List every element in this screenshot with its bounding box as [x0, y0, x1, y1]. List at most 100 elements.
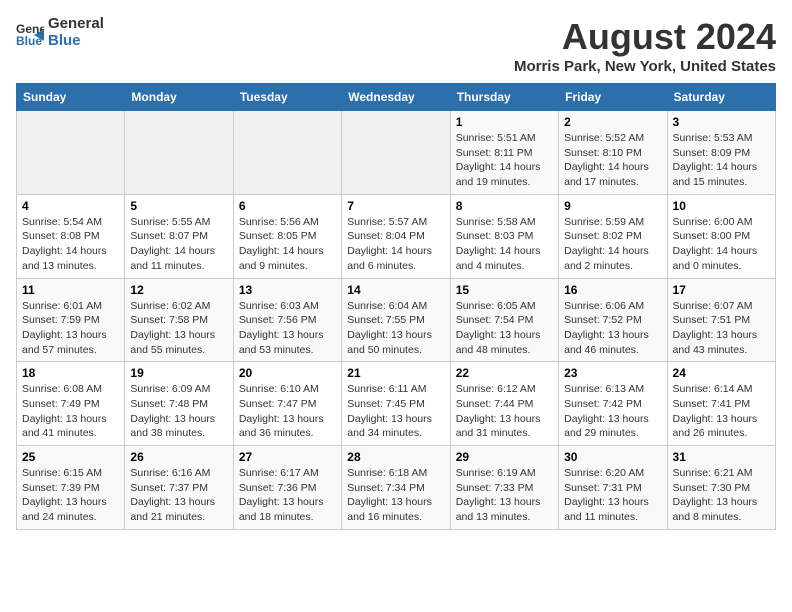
day-info: Sunrise: 6:09 AM Sunset: 7:48 PM Dayligh… — [130, 382, 227, 441]
calendar-cell: 13 Sunrise: 6:03 AM Sunset: 7:56 PM Dayli… — [233, 278, 341, 362]
calendar-table: SundayMondayTuesdayWednesdayThursdayFrid… — [16, 83, 776, 530]
day-number: 30 — [564, 450, 661, 464]
day-info: Sunrise: 6:13 AM Sunset: 7:42 PM Dayligh… — [564, 382, 661, 441]
calendar-cell: 9Sunrise: 5:59 AM Sunset: 8:02 PM Daylig… — [559, 194, 667, 278]
calendar-cell: 22 Sunrise: 6:12 AM Sunset: 7:44 PM Dayli… — [450, 362, 558, 446]
day-number: 17 — [673, 283, 770, 297]
day-number: 23 — [564, 366, 661, 380]
day-info: Sunrise: 5:53 AM Sunset: 8:09 PM Dayligh… — [673, 131, 770, 190]
title-block: August 2024 Morris Park, New York, Unite… — [514, 16, 776, 75]
week-row-4: 18 Sunrise: 6:08 AM Sunset: 7:49 PM Dayli… — [17, 362, 776, 446]
day-number: 8 — [456, 199, 553, 213]
calendar-cell: 16Sunrise: 6:06 AM Sunset: 7:52 PM Dayli… — [559, 278, 667, 362]
day-info: Sunrise: 6:04 AM Sunset: 7:55 PM Dayligh… — [347, 299, 444, 358]
day-number: 10 — [673, 199, 770, 213]
week-row-1: 1Sunrise: 5:51 AM Sunset: 8:11 PM Daylig… — [17, 111, 776, 195]
day-info: Sunrise: 6:18 AM Sunset: 7:34 PM Dayligh… — [347, 466, 444, 525]
calendar-cell: 12Sunrise: 6:02 AM Sunset: 7:58 PM Dayli… — [125, 278, 233, 362]
day-info: Sunrise: 6:08 AM Sunset: 7:49 PM Dayligh… — [22, 382, 119, 441]
day-number: 25 — [22, 450, 119, 464]
calendar-cell: 15 Sunrise: 6:05 AM Sunset: 7:54 PM Dayli… — [450, 278, 558, 362]
day-info: Sunrise: 6:03 AM Sunset: 7:56 PM Dayligh… — [239, 299, 336, 358]
calendar-cell: 25 Sunrise: 6:15 AM Sunset: 7:39 PM Dayli… — [17, 446, 125, 530]
calendar-cell — [233, 111, 341, 195]
calendar-cell: 10Sunrise: 6:00 AM Sunset: 8:00 PM Dayli… — [667, 194, 775, 278]
day-number: 12 — [130, 283, 227, 297]
day-number: 14 — [347, 283, 444, 297]
day-number: 27 — [239, 450, 336, 464]
calendar-cell: 1Sunrise: 5:51 AM Sunset: 8:11 PM Daylig… — [450, 111, 558, 195]
week-row-5: 25 Sunrise: 6:15 AM Sunset: 7:39 PM Dayli… — [17, 446, 776, 530]
calendar-cell: 11 Sunrise: 6:01 AM Sunset: 7:59 PM Dayli… — [17, 278, 125, 362]
location: Morris Park, New York, United States — [514, 58, 776, 75]
day-info: Sunrise: 6:11 AM Sunset: 7:45 PM Dayligh… — [347, 382, 444, 441]
calendar-cell: 23 Sunrise: 6:13 AM Sunset: 7:42 PM Dayli… — [559, 362, 667, 446]
calendar-cell: 24 Sunrise: 6:14 AM Sunset: 7:41 PM Dayli… — [667, 362, 775, 446]
day-header-tuesday: Tuesday — [233, 84, 341, 111]
day-info: Sunrise: 5:51 AM Sunset: 8:11 PM Dayligh… — [456, 131, 553, 190]
calendar-cell: 20 Sunrise: 6:10 AM Sunset: 7:47 PM Dayli… — [233, 362, 341, 446]
day-number: 16 — [564, 283, 661, 297]
calendar-cell: 14 Sunrise: 6:04 AM Sunset: 7:55 PM Dayli… — [342, 278, 450, 362]
day-number: 22 — [456, 366, 553, 380]
calendar-cell: 18 Sunrise: 6:08 AM Sunset: 7:49 PM Dayli… — [17, 362, 125, 446]
week-row-2: 4Sunrise: 5:54 AM Sunset: 8:08 PM Daylig… — [17, 194, 776, 278]
day-number: 13 — [239, 283, 336, 297]
day-info: Sunrise: 6:12 AM Sunset: 7:44 PM Dayligh… — [456, 382, 553, 441]
day-header-monday: Monday — [125, 84, 233, 111]
day-number: 26 — [130, 450, 227, 464]
calendar-cell: 28Sunrise: 6:18 AM Sunset: 7:34 PM Dayli… — [342, 446, 450, 530]
day-number: 2 — [564, 115, 661, 129]
day-header-friday: Friday — [559, 84, 667, 111]
day-info: Sunrise: 6:16 AM Sunset: 7:37 PM Dayligh… — [130, 466, 227, 525]
calendar-cell: 26 Sunrise: 6:16 AM Sunset: 7:37 PM Dayli… — [125, 446, 233, 530]
day-info: Sunrise: 6:05 AM Sunset: 7:54 PM Dayligh… — [456, 299, 553, 358]
day-info: Sunrise: 6:15 AM Sunset: 7:39 PM Dayligh… — [22, 466, 119, 525]
day-number: 19 — [130, 366, 227, 380]
day-number: 29 — [456, 450, 553, 464]
logo-icon: General Blue — [16, 19, 44, 47]
day-header-saturday: Saturday — [667, 84, 775, 111]
calendar-cell — [125, 111, 233, 195]
days-header-row: SundayMondayTuesdayWednesdayThursdayFrid… — [17, 84, 776, 111]
calendar-cell: 2 Sunrise: 5:52 AM Sunset: 8:10 PM Daylig… — [559, 111, 667, 195]
logo: General Blue General Blue — [16, 16, 104, 49]
day-info: Sunrise: 5:59 AM Sunset: 8:02 PM Dayligh… — [564, 215, 661, 274]
day-info: Sunrise: 6:17 AM Sunset: 7:36 PM Dayligh… — [239, 466, 336, 525]
day-info: Sunrise: 5:58 AM Sunset: 8:03 PM Dayligh… — [456, 215, 553, 274]
day-number: 15 — [456, 283, 553, 297]
calendar-cell: 27 Sunrise: 6:17 AM Sunset: 7:36 PM Dayli… — [233, 446, 341, 530]
day-info: Sunrise: 6:20 AM Sunset: 7:31 PM Dayligh… — [564, 466, 661, 525]
calendar-cell: 21 Sunrise: 6:11 AM Sunset: 7:45 PM Dayli… — [342, 362, 450, 446]
day-number: 18 — [22, 366, 119, 380]
day-number: 24 — [673, 366, 770, 380]
day-info: Sunrise: 5:57 AM Sunset: 8:04 PM Dayligh… — [347, 215, 444, 274]
day-number: 31 — [673, 450, 770, 464]
calendar-cell: 29Sunrise: 6:19 AM Sunset: 7:33 PM Dayli… — [450, 446, 558, 530]
day-header-sunday: Sunday — [17, 84, 125, 111]
day-number: 20 — [239, 366, 336, 380]
day-info: Sunrise: 6:07 AM Sunset: 7:51 PM Dayligh… — [673, 299, 770, 358]
calendar-cell: 4Sunrise: 5:54 AM Sunset: 8:08 PM Daylig… — [17, 194, 125, 278]
day-number: 3 — [673, 115, 770, 129]
day-info: Sunrise: 6:01 AM Sunset: 7:59 PM Dayligh… — [22, 299, 119, 358]
day-info: Sunrise: 5:52 AM Sunset: 8:10 PM Dayligh… — [564, 131, 661, 190]
calendar-cell: 8 Sunrise: 5:58 AM Sunset: 8:03 PM Daylig… — [450, 194, 558, 278]
calendar-cell — [342, 111, 450, 195]
day-number: 11 — [22, 283, 119, 297]
calendar-cell: 3 Sunrise: 5:53 AM Sunset: 8:09 PM Daylig… — [667, 111, 775, 195]
day-info: Sunrise: 6:10 AM Sunset: 7:47 PM Dayligh… — [239, 382, 336, 441]
day-info: Sunrise: 6:14 AM Sunset: 7:41 PM Dayligh… — [673, 382, 770, 441]
calendar-cell: 17 Sunrise: 6:07 AM Sunset: 7:51 PM Dayli… — [667, 278, 775, 362]
week-row-3: 11 Sunrise: 6:01 AM Sunset: 7:59 PM Dayli… — [17, 278, 776, 362]
calendar-cell — [17, 111, 125, 195]
logo-line1: General — [48, 16, 104, 33]
logo-line2: Blue — [48, 33, 104, 50]
calendar-cell: 19 Sunrise: 6:09 AM Sunset: 7:48 PM Dayli… — [125, 362, 233, 446]
day-info: Sunrise: 5:56 AM Sunset: 8:05 PM Dayligh… — [239, 215, 336, 274]
calendar-cell: 7 Sunrise: 5:57 AM Sunset: 8:04 PM Daylig… — [342, 194, 450, 278]
month-year: August 2024 — [514, 16, 776, 58]
calendar-cell: 6Sunrise: 5:56 AM Sunset: 8:05 PM Daylig… — [233, 194, 341, 278]
day-number: 21 — [347, 366, 444, 380]
day-number: 7 — [347, 199, 444, 213]
